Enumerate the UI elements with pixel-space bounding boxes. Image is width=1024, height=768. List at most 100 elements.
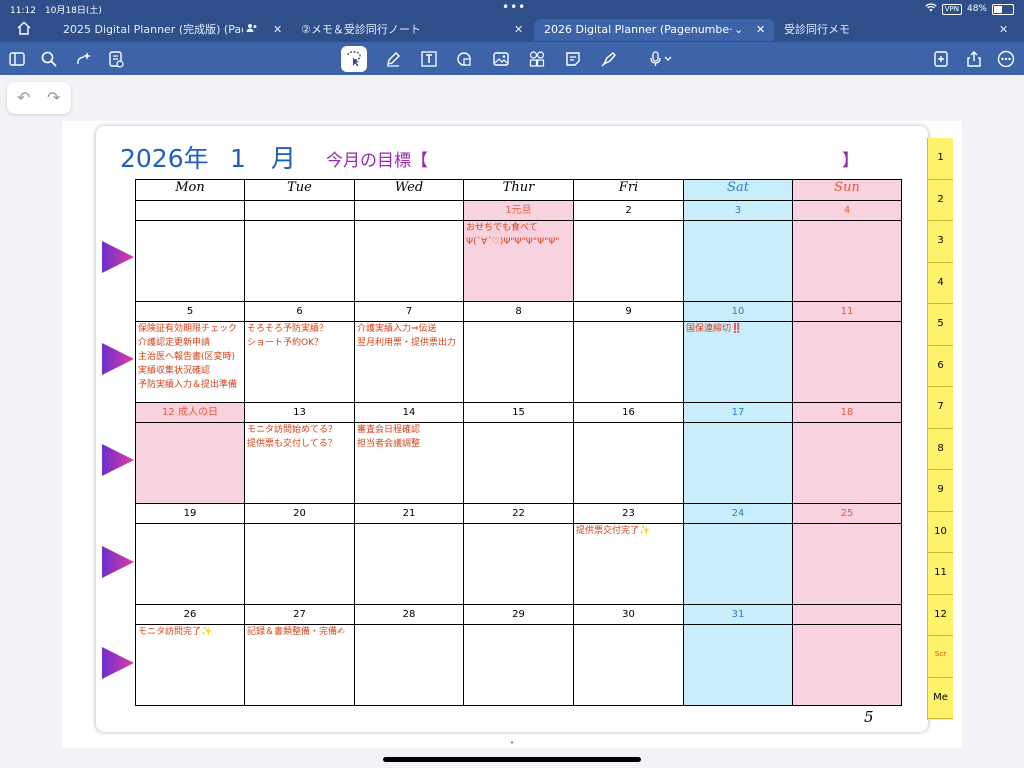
side-tab-1[interactable]: 1 — [928, 138, 953, 180]
add-page-icon[interactable] — [929, 47, 953, 71]
undo-icon[interactable]: ↶ — [17, 88, 30, 107]
day-cell[interactable] — [573, 321, 684, 403]
date-label: 22 — [463, 503, 574, 524]
day-cell[interactable] — [463, 624, 574, 706]
day-cell[interactable] — [573, 422, 684, 504]
tab-2025-planner[interactable]: 2025 Digital Planner (完成版) (Pag... ✕ — [46, 19, 292, 41]
date-label: 7 — [354, 301, 464, 322]
side-tab-me[interactable]: Me — [928, 678, 953, 719]
day-cell[interactable] — [792, 220, 902, 302]
day-cell[interactable]: 介護実績入力⇒伝送 翌月利用票・提供票出力 — [354, 321, 464, 403]
day-cell[interactable] — [683, 422, 793, 504]
lasso-icon[interactable] — [341, 46, 367, 72]
day-cell[interactable]: 記録＆書類整備・完備✍ — [244, 624, 355, 706]
date-label: 16 — [573, 402, 684, 423]
sparkle-icon[interactable] — [71, 47, 95, 71]
day-cell[interactable] — [354, 624, 464, 706]
task-note: 翌月利用票・提供票出力 — [357, 338, 457, 348]
task-note: そろそろ予防実績？ — [247, 324, 329, 334]
stickers-icon[interactable] — [525, 47, 549, 71]
side-tab-scr[interactable]: Scr — [928, 636, 953, 678]
day-cell[interactable] — [354, 220, 464, 302]
day-cell[interactable]: モニタ訪問完了✨ — [135, 624, 245, 706]
day-cell[interactable]: そろそろ予防実績？ ショート予約OK？ — [244, 321, 355, 403]
document-icon[interactable] — [104, 47, 128, 71]
note-icon[interactable] — [561, 47, 585, 71]
close-icon[interactable]: ✕ — [999, 19, 1008, 41]
day-cell[interactable] — [244, 523, 355, 605]
microphone-icon[interactable] — [643, 47, 679, 71]
undo-redo-panel: ↶ ↷ — [7, 82, 71, 114]
day-cell[interactable]: 提供票交付完了✨ — [573, 523, 684, 605]
day-cell[interactable] — [354, 523, 464, 605]
sidebar-icon[interactable] — [5, 47, 29, 71]
side-tab-8[interactable]: 8 — [928, 429, 953, 470]
day-cell[interactable]: おせちでも食べて Ψ(`∀´♡)Ψ"Ψ"Ψ"Ψ"Ψ" — [463, 220, 574, 302]
day-cell[interactable] — [792, 523, 902, 605]
day-cell[interactable] — [573, 624, 684, 706]
search-icon[interactable] — [37, 47, 61, 71]
month-side-tabs: 1 2 3 4 5 6 7 8 9 10 11 12 Scr Me — [927, 138, 953, 720]
highlighter-icon[interactable] — [597, 47, 621, 71]
side-tab-10[interactable]: 10 — [928, 512, 953, 553]
task-note: 介護認定更新申請 — [138, 338, 211, 348]
close-icon[interactable]: ✕ — [756, 19, 765, 41]
day-header-wed: Wed — [354, 179, 464, 201]
day-cell[interactable] — [135, 220, 245, 302]
day-cell[interactable] — [792, 321, 902, 403]
image-icon[interactable] — [489, 47, 513, 71]
date-label: 9 — [573, 301, 684, 322]
multitask-dots-icon[interactable]: ••• — [502, 0, 526, 14]
more-icon[interactable] — [994, 47, 1018, 71]
day-header-thur: Thur — [463, 179, 574, 201]
week-arrow-icon[interactable] — [101, 342, 135, 376]
side-tab-3[interactable]: 3 — [928, 221, 953, 263]
day-cell[interactable] — [683, 523, 793, 605]
week-arrow-icon[interactable] — [101, 240, 135, 274]
share-icon[interactable] — [962, 47, 986, 71]
day-header-mon: Mon — [135, 179, 245, 201]
side-tab-6[interactable]: 6 — [928, 346, 953, 387]
day-cell[interactable] — [463, 523, 574, 605]
side-tab-12[interactable]: 12 — [928, 595, 953, 636]
side-tab-4[interactable]: 4 — [928, 263, 953, 304]
day-cell[interactable]: 国保連締切‼️ — [683, 321, 793, 403]
day-cell[interactable] — [135, 422, 245, 504]
pen-icon[interactable] — [381, 47, 405, 71]
day-cell[interactable] — [244, 220, 355, 302]
day-cell[interactable] — [463, 422, 574, 504]
calendar-month: 1 月 — [230, 144, 296, 173]
tab-memo-note[interactable]: ②メモ＆受診同行ノート ✕ — [292, 19, 534, 41]
textbox-icon[interactable] — [417, 47, 441, 71]
close-icon[interactable]: ✕ — [514, 19, 523, 41]
day-cell[interactable] — [463, 321, 574, 403]
date-label: 2 — [573, 200, 684, 221]
day-cell[interactable] — [683, 624, 793, 706]
side-tab-11[interactable]: 11 — [928, 553, 953, 595]
day-cell[interactable] — [792, 422, 902, 504]
day-cell[interactable]: モニタ訪問始めてる？ 提供票も交付してる？ — [244, 422, 355, 504]
side-tab-7[interactable]: 7 — [928, 387, 953, 429]
shapes-icon[interactable] — [453, 47, 477, 71]
side-tab-5[interactable]: 5 — [928, 304, 953, 346]
day-cell[interactable] — [135, 523, 245, 605]
day-cell[interactable]: 保険証有効期限チェック 介護認定更新申請 主治医へ報告書(区変時) 実績収集状況確認予… — [135, 321, 245, 403]
day-cell[interactable] — [683, 220, 793, 302]
week-arrow-icon[interactable] — [101, 646, 135, 680]
date-label: 14 — [354, 402, 464, 423]
day-cell[interactable] — [792, 624, 902, 706]
day-cell[interactable]: 審査会日程確認 担当者会議調整 — [354, 422, 464, 504]
task-note: 国保連締切‼️ — [686, 324, 743, 334]
week-arrow-icon[interactable] — [101, 443, 135, 477]
tab-2026-planner[interactable]: 2026 Digital Planner (Pagenumbe··· ⌄ ✕ — [534, 19, 774, 41]
chevron-down-icon[interactable]: ⌄ — [734, 19, 743, 41]
side-tab-2[interactable]: 2 — [928, 180, 953, 221]
task-note: 提供票も交付してる？ — [247, 439, 337, 449]
close-icon[interactable]: ✕ — [273, 19, 282, 41]
home-icon[interactable] — [12, 16, 36, 40]
redo-icon[interactable]: ↷ — [47, 88, 60, 107]
week-arrow-icon[interactable] — [101, 545, 135, 579]
side-tab-9[interactable]: 9 — [928, 470, 953, 512]
day-cell[interactable] — [573, 220, 684, 302]
tab-visit-memo[interactable]: 受診同行メモ ✕ — [774, 19, 1014, 41]
